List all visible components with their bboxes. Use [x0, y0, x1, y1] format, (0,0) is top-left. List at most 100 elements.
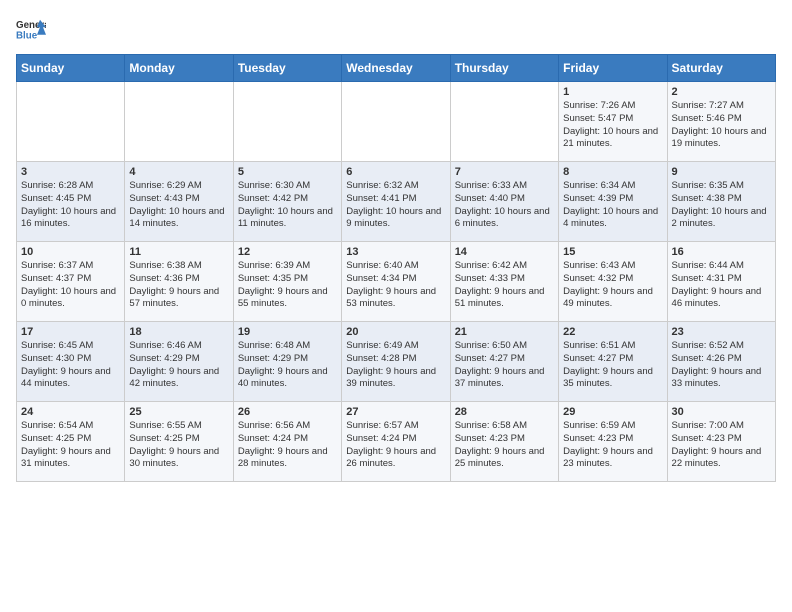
- day-info: Sunrise: 6:49 AM Sunset: 4:28 PM Dayligh…: [346, 340, 445, 391]
- calendar-week-row: 10 Sunrise: 6:37 AM Sunset: 4:37 PM Dayli…: [17, 242, 776, 322]
- day-number: 25: [129, 406, 228, 418]
- day-number: 23: [672, 326, 771, 338]
- day-number: 5: [238, 166, 337, 178]
- weekday-header: Tuesday: [233, 55, 341, 82]
- day-number: 17: [21, 326, 120, 338]
- calendar-cell: 21Sunrise: 6:50 AM Sunset: 4:27 PM Dayli…: [450, 322, 558, 402]
- calendar-cell: 13 Sunrise: 6:40 AM Sunset: 4:34 PM Dayli…: [342, 242, 450, 322]
- calendar-cell: 8 Sunrise: 6:34 AM Sunset: 4:39 PM Daylig…: [559, 162, 667, 242]
- day-info: Sunrise: 6:32 AM Sunset: 4:41 PM Dayligh…: [346, 180, 445, 231]
- day-info: Sunrise: 7:27 AM Sunset: 5:46 PM Dayligh…: [672, 100, 771, 151]
- day-info: Sunrise: 6:45 AM Sunset: 4:30 PM Dayligh…: [21, 340, 120, 391]
- calendar-cell: 16 Sunrise: 6:44 AM Sunset: 4:31 PM Dayli…: [667, 242, 775, 322]
- calendar-week-row: 1 Sunrise: 7:26 AM Sunset: 5:47 PM Daylig…: [17, 82, 776, 162]
- day-info: Sunrise: 6:46 AM Sunset: 4:29 PM Dayligh…: [129, 340, 228, 391]
- day-info: Sunrise: 6:55 AM Sunset: 4:25 PM Dayligh…: [129, 420, 228, 471]
- weekday-header-row: SundayMondayTuesdayWednesdayThursdayFrid…: [17, 55, 776, 82]
- day-number: 24: [21, 406, 120, 418]
- day-number: 28: [455, 406, 554, 418]
- day-number: 2: [672, 86, 771, 98]
- day-info: Sunrise: 6:58 AM Sunset: 4:23 PM Dayligh…: [455, 420, 554, 471]
- weekday-header: Saturday: [667, 55, 775, 82]
- calendar-cell: 19 Sunrise: 6:48 AM Sunset: 4:29 PM Dayli…: [233, 322, 341, 402]
- calendar-cell: 30Sunrise: 7:00 AM Sunset: 4:23 PM Dayli…: [667, 402, 775, 482]
- day-number: 22: [563, 326, 662, 338]
- day-info: Sunrise: 6:44 AM Sunset: 4:31 PM Dayligh…: [672, 260, 771, 311]
- day-info: Sunrise: 6:40 AM Sunset: 4:34 PM Dayligh…: [346, 260, 445, 311]
- calendar-cell: 18 Sunrise: 6:46 AM Sunset: 4:29 PM Dayli…: [125, 322, 233, 402]
- calendar-cell: 26 Sunrise: 6:56 AM Sunset: 4:24 PM Dayli…: [233, 402, 341, 482]
- calendar-cell: 28 Sunrise: 6:58 AM Sunset: 4:23 PM Dayli…: [450, 402, 558, 482]
- calendar-cell: 4 Sunrise: 6:29 AM Sunset: 4:43 PM Daylig…: [125, 162, 233, 242]
- calendar-cell: 27 Sunrise: 6:57 AM Sunset: 4:24 PM Dayli…: [342, 402, 450, 482]
- calendar-cell: 12Sunrise: 6:39 AM Sunset: 4:35 PM Dayli…: [233, 242, 341, 322]
- day-number: 12: [238, 246, 337, 258]
- calendar-cell: 2 Sunrise: 7:27 AM Sunset: 5:46 PM Daylig…: [667, 82, 775, 162]
- day-info: Sunrise: 6:51 AM Sunset: 4:27 PM Dayligh…: [563, 340, 662, 391]
- calendar-cell: 22 Sunrise: 6:51 AM Sunset: 4:27 PM Dayli…: [559, 322, 667, 402]
- day-info: Sunrise: 6:42 AM Sunset: 4:33 PM Dayligh…: [455, 260, 554, 311]
- calendar-cell: 7Sunrise: 6:33 AM Sunset: 4:40 PM Daylig…: [450, 162, 558, 242]
- calendar-cell: 24 Sunrise: 6:54 AM Sunset: 4:25 PM Dayli…: [17, 402, 125, 482]
- day-number: 8: [563, 166, 662, 178]
- header: General Blue: [16, 16, 776, 46]
- calendar-week-row: 17 Sunrise: 6:45 AM Sunset: 4:30 PM Dayli…: [17, 322, 776, 402]
- day-number: 15: [563, 246, 662, 258]
- calendar-cell: [450, 82, 558, 162]
- calendar-cell: 20 Sunrise: 6:49 AM Sunset: 4:28 PM Dayli…: [342, 322, 450, 402]
- calendar-cell: 9 Sunrise: 6:35 AM Sunset: 4:38 PM Daylig…: [667, 162, 775, 242]
- day-info: Sunrise: 6:48 AM Sunset: 4:29 PM Dayligh…: [238, 340, 337, 391]
- weekday-header: Thursday: [450, 55, 558, 82]
- day-number: 10: [21, 246, 120, 258]
- day-info: Sunrise: 6:54 AM Sunset: 4:25 PM Dayligh…: [21, 420, 120, 471]
- day-number: 27: [346, 406, 445, 418]
- day-info: Sunrise: 6:35 AM Sunset: 4:38 PM Dayligh…: [672, 180, 771, 231]
- calendar-cell: 23Sunrise: 6:52 AM Sunset: 4:26 PM Dayli…: [667, 322, 775, 402]
- day-info: Sunrise: 6:38 AM Sunset: 4:36 PM Dayligh…: [129, 260, 228, 311]
- day-info: Sunrise: 6:43 AM Sunset: 4:32 PM Dayligh…: [563, 260, 662, 311]
- day-info: Sunrise: 7:26 AM Sunset: 5:47 PM Dayligh…: [563, 100, 662, 151]
- calendar-cell: 15 Sunrise: 6:43 AM Sunset: 4:32 PM Dayli…: [559, 242, 667, 322]
- day-info: Sunrise: 6:50 AM Sunset: 4:27 PM Dayligh…: [455, 340, 554, 391]
- calendar-cell: [17, 82, 125, 162]
- day-info: Sunrise: 6:57 AM Sunset: 4:24 PM Dayligh…: [346, 420, 445, 471]
- day-info: Sunrise: 6:33 AM Sunset: 4:40 PM Dayligh…: [455, 180, 554, 231]
- calendar-cell: [233, 82, 341, 162]
- calendar-cell: [125, 82, 233, 162]
- day-number: 14: [455, 246, 554, 258]
- logo-icon: General Blue: [16, 16, 46, 46]
- day-number: 18: [129, 326, 228, 338]
- calendar-cell: [342, 82, 450, 162]
- calendar-cell: 5 Sunrise: 6:30 AM Sunset: 4:42 PM Daylig…: [233, 162, 341, 242]
- day-info: Sunrise: 6:30 AM Sunset: 4:42 PM Dayligh…: [238, 180, 337, 231]
- day-number: 29: [563, 406, 662, 418]
- day-number: 20: [346, 326, 445, 338]
- day-info: Sunrise: 6:29 AM Sunset: 4:43 PM Dayligh…: [129, 180, 228, 231]
- day-info: Sunrise: 6:59 AM Sunset: 4:23 PM Dayligh…: [563, 420, 662, 471]
- logo: General Blue: [16, 16, 46, 46]
- day-number: 19: [238, 326, 337, 338]
- calendar-cell: 6 Sunrise: 6:32 AM Sunset: 4:41 PM Daylig…: [342, 162, 450, 242]
- calendar-cell: 14 Sunrise: 6:42 AM Sunset: 4:33 PM Dayli…: [450, 242, 558, 322]
- calendar-cell: 1 Sunrise: 7:26 AM Sunset: 5:47 PM Daylig…: [559, 82, 667, 162]
- calendar-table: SundayMondayTuesdayWednesdayThursdayFrid…: [16, 54, 776, 482]
- calendar-week-row: 3Sunrise: 6:28 AM Sunset: 4:45 PM Daylig…: [17, 162, 776, 242]
- day-info: Sunrise: 6:56 AM Sunset: 4:24 PM Dayligh…: [238, 420, 337, 471]
- day-number: 13: [346, 246, 445, 258]
- day-number: 1: [563, 86, 662, 98]
- calendar-cell: 25 Sunrise: 6:55 AM Sunset: 4:25 PM Dayli…: [125, 402, 233, 482]
- day-number: 9: [672, 166, 771, 178]
- weekday-header: Sunday: [17, 55, 125, 82]
- calendar-week-row: 24 Sunrise: 6:54 AM Sunset: 4:25 PM Dayli…: [17, 402, 776, 482]
- day-number: 26: [238, 406, 337, 418]
- calendar-cell: 11Sunrise: 6:38 AM Sunset: 4:36 PM Dayli…: [125, 242, 233, 322]
- day-info: Sunrise: 7:00 AM Sunset: 4:23 PM Dayligh…: [672, 420, 771, 471]
- svg-text:Blue: Blue: [16, 31, 38, 42]
- day-number: 4: [129, 166, 228, 178]
- weekday-header: Wednesday: [342, 55, 450, 82]
- day-number: 16: [672, 246, 771, 258]
- day-info: Sunrise: 6:34 AM Sunset: 4:39 PM Dayligh…: [563, 180, 662, 231]
- day-number: 6: [346, 166, 445, 178]
- day-info: Sunrise: 6:37 AM Sunset: 4:37 PM Dayligh…: [21, 260, 120, 311]
- calendar-cell: 3Sunrise: 6:28 AM Sunset: 4:45 PM Daylig…: [17, 162, 125, 242]
